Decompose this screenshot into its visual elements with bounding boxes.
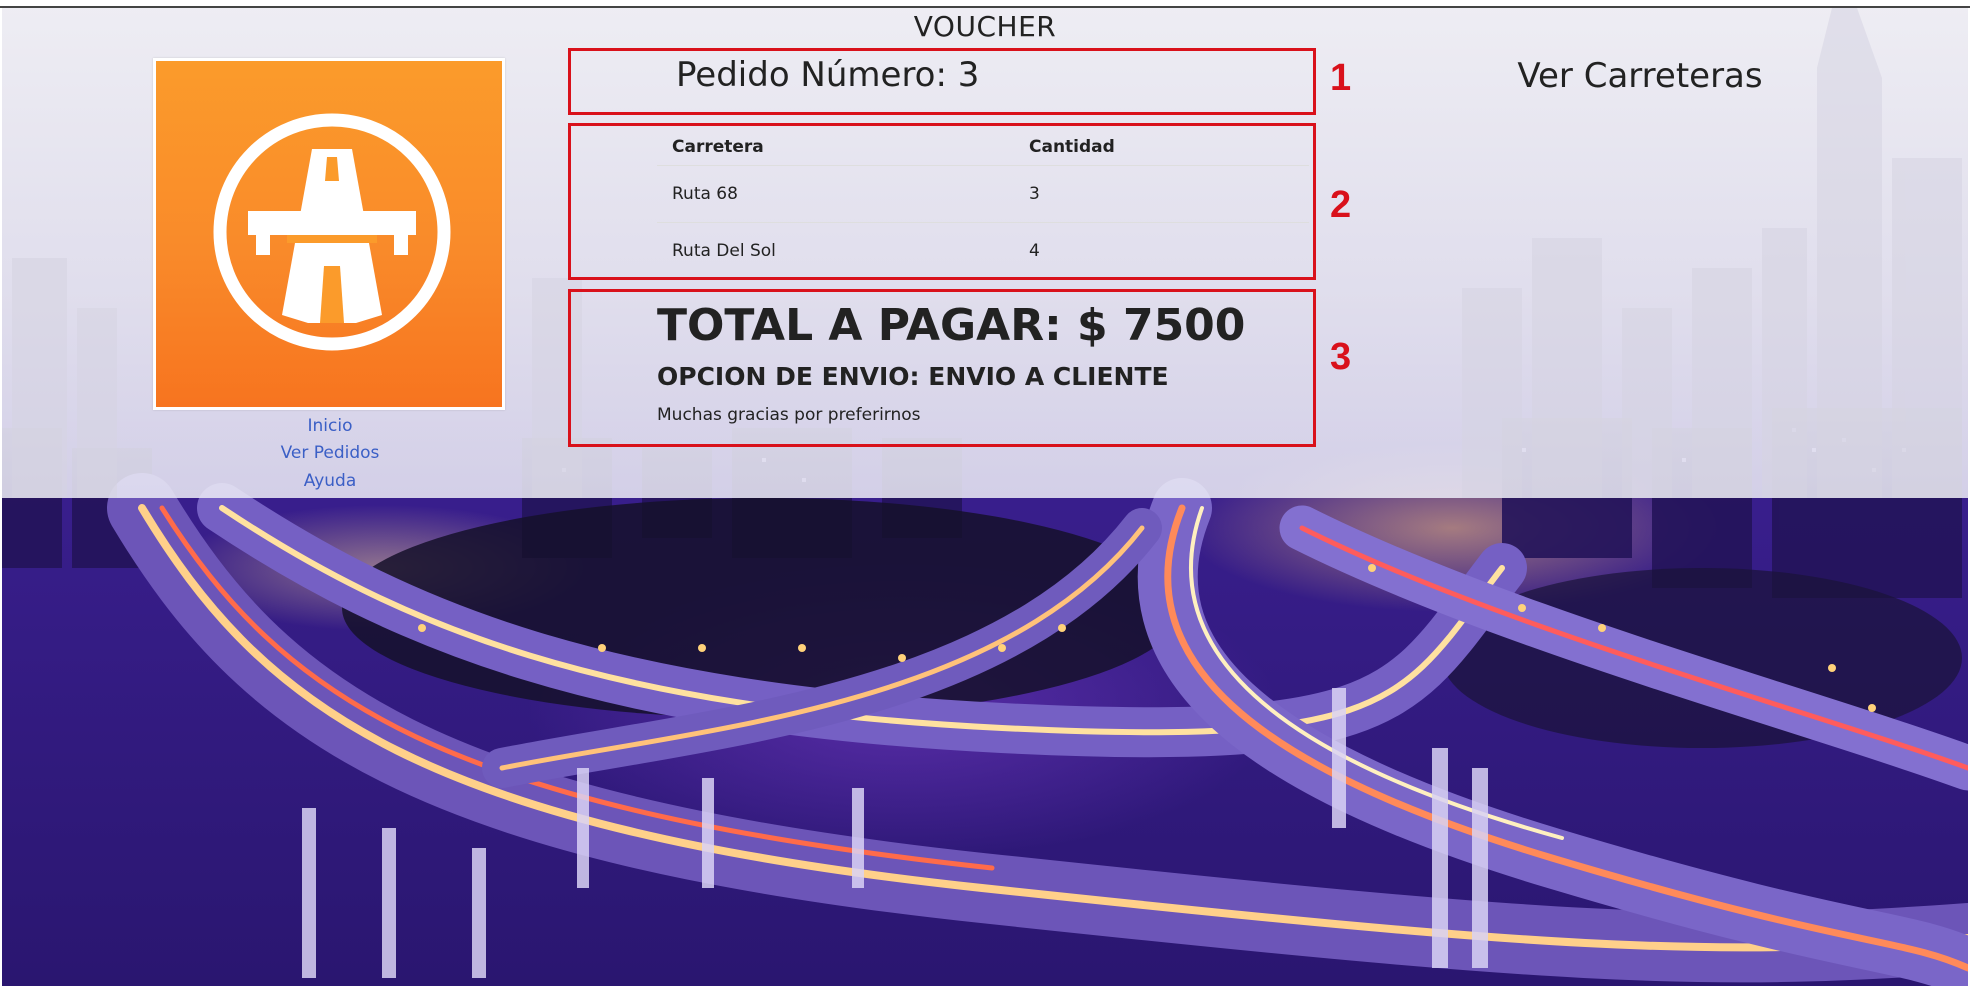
cell-cantidad: 4	[1029, 241, 1040, 261]
nav-link-ayuda[interactable]: Ayuda	[250, 471, 410, 491]
annotation-label-2: 2	[1330, 184, 1352, 226]
highway-icon	[213, 113, 451, 351]
total-amount: TOTAL A PAGAR: $ 7500	[657, 300, 1246, 351]
order-table: Carretera Cantidad Ruta 68 3 Ruta Del So…	[657, 127, 1309, 279]
order-number: Pedido Número: 3	[676, 55, 980, 95]
table-row: Ruta Del Sol 4	[657, 222, 1309, 279]
table-row: Ruta 68 3	[657, 165, 1309, 222]
shipping-option: OPCION DE ENVIO: ENVIO A CLIENTE	[657, 362, 1169, 391]
cell-carretera: Ruta Del Sol	[672, 241, 776, 261]
annotation-label-1: 1	[1330, 57, 1352, 99]
nav-link-ver-pedidos[interactable]: Ver Pedidos	[250, 443, 410, 463]
table-header-row: Carretera Cantidad	[657, 127, 1309, 165]
app-logo	[153, 58, 505, 410]
thanks-message: Muchas gracias por preferirnos	[657, 405, 921, 425]
column-header-cantidad: Cantidad	[1029, 137, 1115, 157]
page-title: VOUCHER	[913, 10, 1057, 43]
cell-carretera: Ruta 68	[672, 184, 738, 204]
annotation-label-3: 3	[1330, 336, 1352, 378]
ver-carreteras-link[interactable]: Ver Carreteras	[1500, 56, 1780, 96]
bottom-border	[0, 986, 1970, 991]
top-border	[0, 6, 1970, 8]
column-header-carretera: Carretera	[672, 137, 764, 157]
nav-link-inicio[interactable]: Inicio	[250, 416, 410, 436]
cell-cantidad: 3	[1029, 184, 1040, 204]
